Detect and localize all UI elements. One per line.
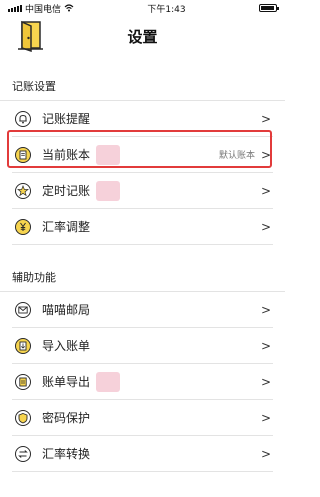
blurred-region — [96, 371, 121, 392]
chevron-right-icon: > — [260, 374, 271, 389]
status-bar: 中国电信 下午1:43 — [0, 0, 285, 16]
menu-item-reminder[interactable]: 记账提醒 > — [12, 101, 273, 137]
chevron-right-icon: > — [260, 111, 271, 126]
chevron-right-icon: > — [260, 338, 271, 353]
chevron-right-icon: > — [260, 147, 271, 162]
menu-item-label: 喵喵邮局 — [42, 303, 91, 317]
status-left: 中国电信 — [8, 2, 74, 15]
chevron-right-icon: > — [260, 183, 271, 198]
menu-item-currency-convert[interactable]: 汇率转换 > — [12, 436, 273, 472]
exchange-icon — [14, 445, 32, 463]
bell-icon — [14, 110, 32, 128]
menu-item-password[interactable]: 密码保护 > — [12, 400, 273, 436]
status-time: 下午1:43 — [147, 4, 186, 15]
blurred-region — [96, 180, 121, 201]
blurred-region — [96, 144, 121, 165]
menu-item-current-ledger[interactable]: 当前账本 默认账本 > — [12, 137, 273, 173]
current-ledger-value: 默认账本 — [218, 151, 255, 161]
clock-icon — [14, 182, 32, 200]
lock-icon — [14, 409, 32, 427]
yen-icon — [14, 218, 32, 236]
chevron-right-icon: > — [260, 410, 271, 425]
menu-item-label: 汇率转换 — [42, 447, 91, 461]
menu-item-export[interactable]: 账单导出 > — [12, 364, 273, 400]
header: 设置 — [0, 16, 285, 62]
menu-item-scheduled[interactable]: 定时记账 > — [12, 173, 273, 209]
import-icon — [14, 337, 32, 355]
envelope-icon — [14, 301, 32, 319]
clipboard-icon — [14, 146, 32, 164]
export-icon — [14, 373, 32, 391]
page-title: 设置 — [127, 28, 158, 46]
wifi-icon — [64, 4, 74, 12]
menu-item-label: 记账提醒 — [42, 112, 91, 126]
signal-icon — [8, 4, 22, 12]
menu-item-rate-adjust[interactable]: 汇率调整 > — [12, 209, 273, 245]
menu-item-label: 账单导出 — [42, 375, 91, 389]
section-title-utilities: 辅助功能 — [0, 253, 285, 292]
section-title-bookkeeping: 记账设置 — [0, 62, 285, 101]
chevron-right-icon: > — [260, 219, 271, 234]
menu-item-label: 定时记账 — [42, 184, 91, 198]
menu-item-label: 当前账本 — [42, 148, 91, 162]
carrier-label: 中国电信 — [25, 4, 62, 15]
menu-item-label: 汇率调整 — [42, 220, 91, 234]
menu-item-label: 导入账单 — [42, 339, 91, 353]
chevron-right-icon: > — [260, 302, 271, 317]
chevron-right-icon: > — [260, 446, 271, 461]
menu-item-import[interactable]: 导入账单 > — [12, 328, 273, 364]
menu-item-post-office[interactable]: 喵喵邮局 > — [12, 292, 273, 328]
battery-icon — [258, 4, 279, 12]
menu-item-label: 密码保护 — [42, 411, 91, 425]
